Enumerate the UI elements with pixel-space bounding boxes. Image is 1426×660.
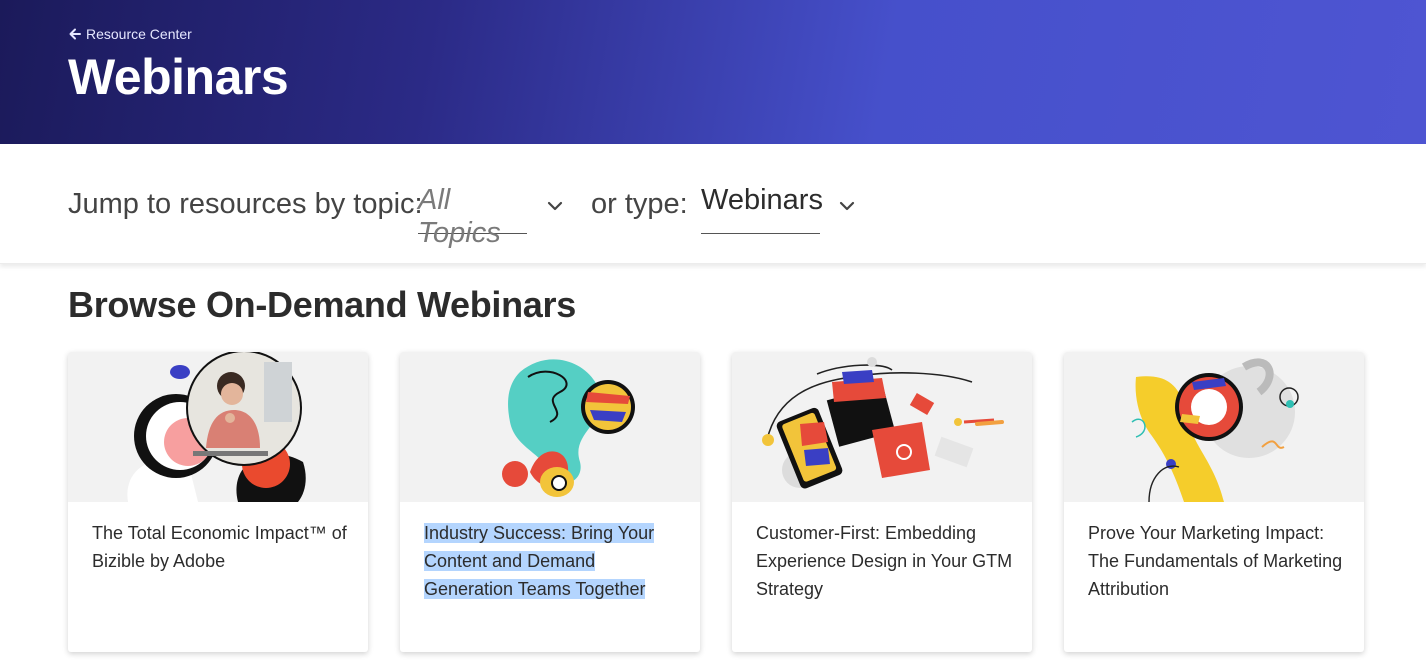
filter-bar: Jump to resources by topic: All Topics o… (0, 144, 1426, 264)
chevron-down-icon[interactable] (546, 200, 564, 212)
arrow-left-icon (69, 28, 81, 40)
topic-select-value[interactable]: All Topics (418, 184, 501, 249)
webinar-card[interactable]: The Total Economic Impact™ of Bizible by… (68, 352, 368, 652)
woman-portrait-collage-icon (127, 352, 306, 502)
phone-tablet-collage-icon (762, 357, 1004, 489)
hero-banner: Resource Center Webinars (0, 0, 1426, 144)
back-link-label[interactable]: Resource Center (86, 26, 192, 42)
back-link[interactable]: Resource Center (68, 26, 192, 42)
topic-select[interactable]: All Topics (418, 184, 527, 249)
page-title: Webinars (68, 49, 289, 105)
card-image (68, 352, 368, 502)
card-title[interactable]: The Total Economic Impact™ of Bizible by… (92, 519, 352, 575)
type-select-value[interactable]: Webinars (701, 184, 823, 216)
card-image (1064, 352, 1364, 503)
card-title[interactable]: Industry Success: Bring Your Content and… (424, 519, 684, 603)
card-title[interactable]: Customer-First: Embedding Experience Des… (756, 519, 1016, 603)
type-prompt: or type: (591, 188, 688, 220)
abstract-shapes-yellow-icon (1131, 358, 1299, 503)
card-title[interactable]: Prove Your Marketing Impact: The Fundame… (1088, 519, 1348, 603)
type-select[interactable]: Webinars (701, 184, 823, 234)
section-title: Browse On-Demand Webinars (68, 284, 576, 325)
chevron-down-icon[interactable] (838, 200, 856, 212)
webinar-card[interactable]: Customer-First: Embedding Experience Des… (732, 352, 1032, 652)
webinar-card[interactable]: Industry Success: Bring Your Content and… (400, 352, 700, 652)
card-title-highlight[interactable]: Industry Success: Bring Your Content and… (424, 523, 655, 599)
card-image (400, 352, 700, 502)
webinar-card[interactable]: Prove Your Marketing Impact: The Fundame… (1064, 352, 1364, 652)
abstract-shapes-teal-icon (502, 359, 635, 497)
card-image (732, 352, 1032, 502)
topic-prompt: Jump to resources by topic: (68, 188, 423, 220)
